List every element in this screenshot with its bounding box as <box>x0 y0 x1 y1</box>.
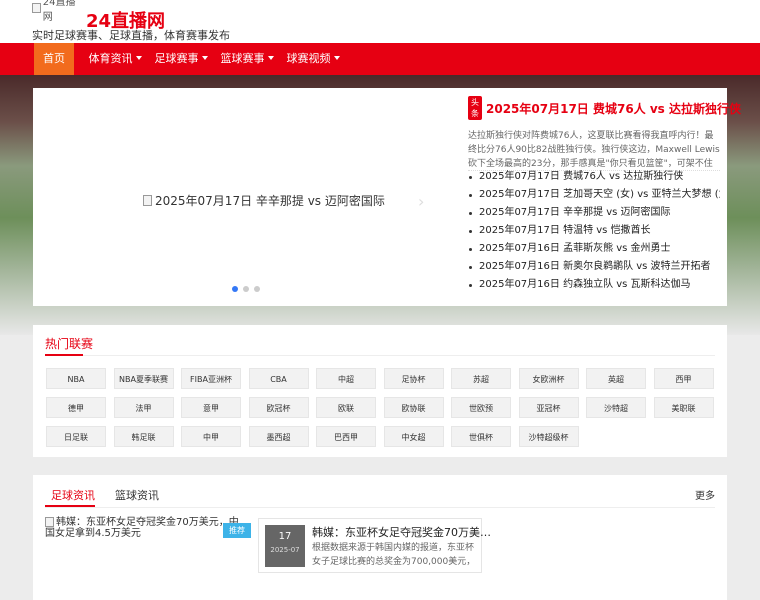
logo-alt-text: 24直播网 <box>42 0 76 23</box>
league-button[interactable]: 沙特超级杯 <box>518 426 579 447</box>
caret-down-icon <box>201 56 208 60</box>
list-item[interactable]: 2025年07月16日 新奥尔良鹈鹕队 vs 波特兰开拓者 <box>468 258 720 276</box>
league-button[interactable]: 亚冠杯 <box>518 397 579 418</box>
league-button[interactable]: 欧冠杯 <box>248 397 309 418</box>
league-button[interactable]: 韩足联 <box>113 426 174 447</box>
section-divider <box>45 354 715 356</box>
hot-leagues-section: 热门联赛 NBA NBA夏季联赛 FIBA亚洲杯 CBA 中超 足协杯 苏超 女… <box>33 325 727 457</box>
nav-item-videos[interactable]: 球赛视频 <box>282 43 344 75</box>
recommend-tag: 推荐 <box>223 523 251 538</box>
featured-news-image[interactable]: 韩媒：东亚杯女足夺冠奖金70万美元，中国女足拿到4.5万美元 <box>45 517 247 587</box>
list-item[interactable]: 2025年07月17日 芝加哥天空 (女) vs 亚特兰大梦想 (女) <box>468 186 720 204</box>
list-item[interactable]: 2025年07月17日 特温特 vs 恺撒酋长 <box>468 222 720 240</box>
list-item[interactable]: 2025年07月16日 孟菲斯灰熊 vs 金州勇士 <box>468 240 720 258</box>
tab-football-news[interactable]: 足球资讯 <box>51 487 95 503</box>
headline-title[interactable]: 2025年07月17日 费城76人 vs 达拉斯独行侠 <box>486 100 741 117</box>
league-button[interactable]: 中超 <box>316 368 376 389</box>
headline-badge: 头条 <box>468 96 482 120</box>
caret-down-icon <box>267 56 274 60</box>
date-month: 2025-07 <box>270 546 300 554</box>
main-nav: 首页 体育资讯 足球赛事 篮球赛事 球赛视频 <box>0 43 760 75</box>
date-day: 17 <box>278 531 292 542</box>
league-button[interactable]: 中甲 <box>181 426 241 447</box>
slide-image[interactable]: 2025年07月17日 辛辛那提 vs 迈阿密国际 <box>143 192 385 209</box>
league-button[interactable]: 欧协联 <box>383 397 444 418</box>
logo-image[interactable]: 24直播网 <box>32 0 84 23</box>
broken-image-icon <box>143 195 152 206</box>
league-button[interactable]: 英超 <box>586 368 646 389</box>
league-button[interactable]: 墨西超 <box>248 426 309 447</box>
slide-caption: 2025年07月17日 辛辛那提 vs 迈阿密国际 <box>155 194 385 208</box>
list-item[interactable]: 2025年07月17日 费城76人 vs 达拉斯独行侠 <box>468 168 720 186</box>
league-button[interactable]: CBA <box>248 368 309 389</box>
league-button[interactable]: 中女超 <box>383 426 444 447</box>
tab-basketball-news[interactable]: 篮球资讯 <box>115 487 159 503</box>
more-link[interactable]: 更多 <box>695 487 715 502</box>
league-button[interactable]: 巴西甲 <box>316 426 376 447</box>
image-alt-text: 韩媒：东亚杯女足夺冠奖金70万美元，中国女足拿到4.5万美元 <box>45 517 239 539</box>
league-button[interactable]: NBA夏季联赛 <box>113 368 174 389</box>
league-button[interactable]: 足协杯 <box>383 368 444 389</box>
broken-image-icon <box>45 517 54 527</box>
slider-dot[interactable] <box>243 286 249 292</box>
headline-description: 达拉斯独行侠对阵费城76人，这夏联比赛看得我直呼内行！最终比分76人90比82战… <box>468 131 720 171</box>
news-card[interactable]: 17 2025-07 韩媒：东亚杯女足夺冠奖金70万美… 根据数据来源于韩国内媒… <box>258 518 491 573</box>
nav-label: 球赛视频 <box>286 52 331 65</box>
league-button[interactable]: 法甲 <box>113 397 174 418</box>
image-slider[interactable]: 2025年07月17日 辛辛那提 vs 迈阿密国际 › <box>33 88 461 306</box>
list-item[interactable]: 2025年07月17日 辛辛那提 vs 迈阿密国际 <box>468 204 720 222</box>
caret-down-icon <box>333 56 340 60</box>
news-card-title[interactable]: 韩媒：东亚杯女足夺冠奖金70万美… <box>312 524 491 540</box>
league-button[interactable]: 欧联 <box>316 397 376 418</box>
league-button[interactable]: 世俱杯 <box>451 426 511 447</box>
nav-item-basketball[interactable]: 篮球赛事 <box>216 43 278 75</box>
list-item[interactable]: 2025年07月16日 约森独立队 vs 瓦斯科达伽马 <box>468 276 720 294</box>
featured-panel: 2025年07月17日 辛辛那提 vs 迈阿密国际 › 头条 2025年07月1… <box>33 88 741 306</box>
league-button[interactable]: 女欧洲杯 <box>518 368 579 389</box>
nav-label: 足球赛事 <box>154 52 199 65</box>
caret-down-icon <box>135 56 142 60</box>
match-news-list: 2025年07月17日 费城76人 vs 达拉斯独行侠 2025年07月17日 … <box>468 168 720 294</box>
league-button[interactable]: FIBA亚洲杯 <box>181 368 241 389</box>
nav-label: 首页 <box>43 52 65 65</box>
nav-label: 篮球赛事 <box>220 52 265 65</box>
slider-dot[interactable] <box>254 286 260 292</box>
news-card-description: 根据数据来源于韩国内媒的报道，东亚杯女子足球比赛的总奖金为700,000美元，中… <box>312 543 476 567</box>
league-button[interactable]: 意甲 <box>181 397 241 418</box>
league-button[interactable]: 日足联 <box>46 426 106 447</box>
date-box: 17 2025-07 <box>265 525 305 567</box>
nav-item-football[interactable]: 足球赛事 <box>150 43 212 75</box>
tab-divider <box>45 507 715 508</box>
site-header: 24直播网 24直播网 实时足球赛事、足球直播，体育赛事发布 <box>0 0 760 44</box>
nav-label: 体育资讯 <box>88 52 133 65</box>
league-button[interactable]: 世欧预 <box>451 397 511 418</box>
slider-dot[interactable] <box>232 286 238 292</box>
news-section: 足球资讯 篮球资讯 更多 韩媒：东亚杯女足夺冠奖金70万美元，中国女足拿到4.5… <box>33 475 727 600</box>
league-button[interactable]: 苏超 <box>451 368 511 389</box>
site-tagline: 实时足球赛事、足球直播，体育赛事发布 <box>32 29 230 42</box>
slider-next-arrow-icon[interactable]: › <box>418 192 428 211</box>
top-headline: 头条 2025年07月17日 费城76人 vs 达拉斯独行侠 达拉斯独行侠对阵费… <box>468 96 741 171</box>
league-button[interactable]: 德甲 <box>46 397 106 418</box>
nav-item-home[interactable]: 首页 <box>34 43 74 75</box>
broken-image-icon <box>32 3 41 13</box>
league-button[interactable]: NBA <box>46 368 106 389</box>
slider-dots <box>232 286 260 292</box>
nav-item-sports-news[interactable]: 体育资讯 <box>84 43 146 75</box>
section-title: 热门联赛 <box>45 337 94 351</box>
league-button[interactable]: 美职联 <box>653 397 714 418</box>
league-button[interactable]: 沙特超 <box>586 397 646 418</box>
league-button[interactable]: 西甲 <box>653 368 714 389</box>
